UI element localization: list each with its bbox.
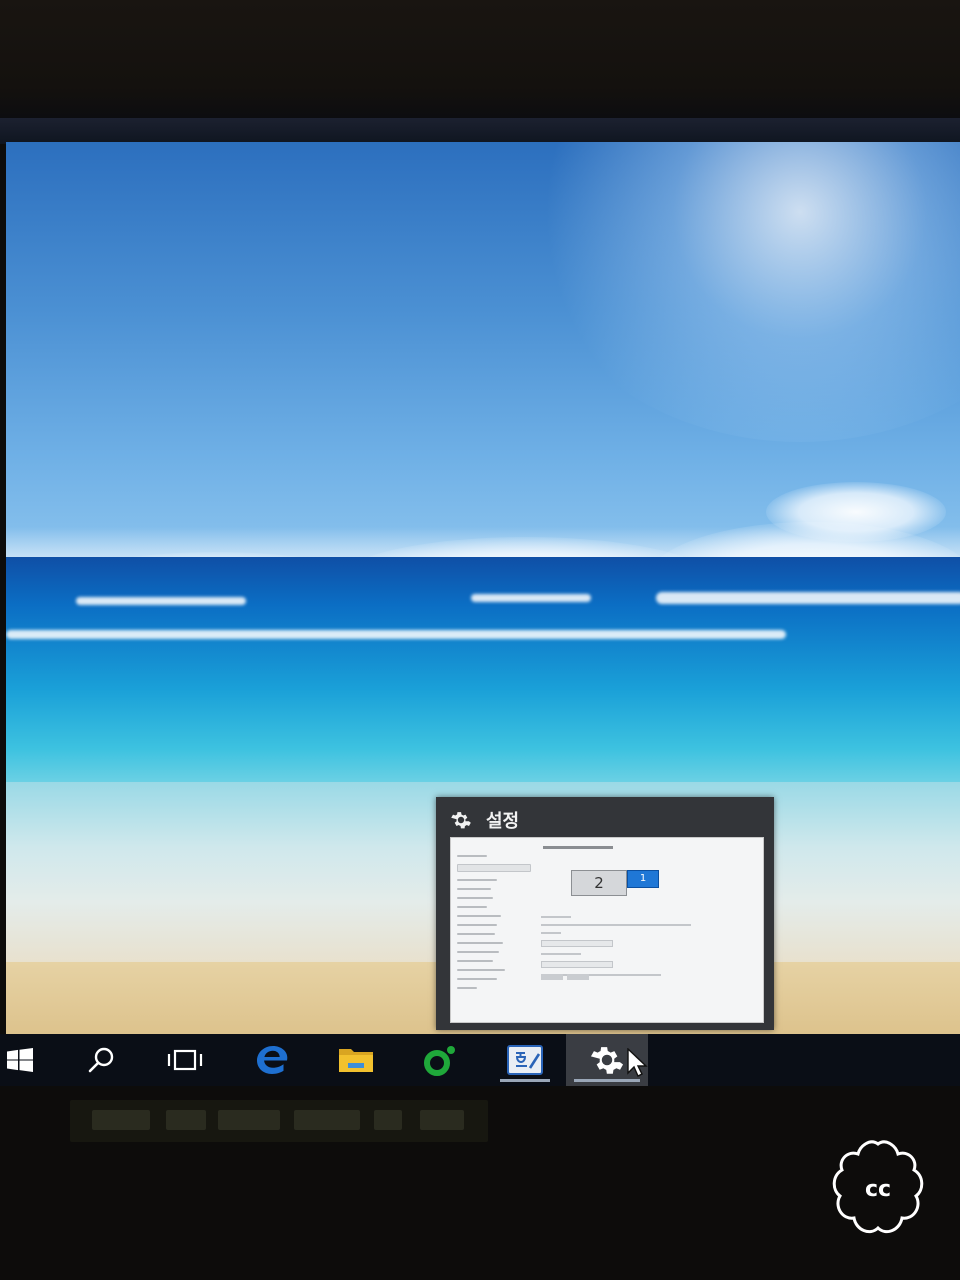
- folder-icon: [339, 1049, 373, 1072]
- preview-window-content: 2 1: [450, 837, 764, 1023]
- edge-icon: [257, 1046, 288, 1074]
- mouse-cursor-icon: [627, 1048, 648, 1077]
- settings-thumbnail-preview[interactable]: 설정 2 1: [436, 797, 774, 1030]
- search-button[interactable]: [78, 1034, 126, 1086]
- file-explorer-button[interactable]: [332, 1034, 380, 1086]
- active-indicator: [500, 1079, 550, 1082]
- edge-button[interactable]: [248, 1034, 298, 1086]
- preview-settings-rows: [541, 910, 741, 982]
- gear-icon: [590, 1047, 624, 1074]
- hangul-button[interactable]: [492, 1034, 558, 1086]
- cc-watermark-logo: cc: [832, 1140, 924, 1234]
- task-view-icon: [167, 1049, 203, 1071]
- wallpaper-wave: [656, 592, 960, 604]
- hangul-icon: [507, 1045, 543, 1075]
- preview-button: [567, 974, 589, 980]
- green-app-icon: [424, 1046, 455, 1076]
- display-monitor-2: 2: [571, 870, 627, 896]
- bezel-reflection: [70, 1100, 488, 1142]
- wallpaper-cloud: [766, 482, 946, 542]
- gear-icon: [451, 812, 471, 829]
- windows-logo-icon: [7, 1048, 33, 1072]
- preview-header: 설정: [450, 805, 519, 835]
- search-icon: [88, 1047, 114, 1073]
- photo-bezel-top: [0, 0, 960, 124]
- wallpaper-wave: [6, 630, 786, 639]
- preview-button: [541, 974, 563, 980]
- active-indicator: [574, 1079, 640, 1082]
- wallpaper-wave: [76, 597, 246, 605]
- preview-heading: [543, 846, 613, 849]
- monitor-edge: [0, 118, 960, 144]
- preview-sidebar: [457, 848, 533, 996]
- preview-title: 설정: [486, 811, 520, 832]
- settings-button[interactable]: [566, 1034, 648, 1086]
- app-green-button[interactable]: [414, 1034, 464, 1086]
- task-view-button[interactable]: [160, 1034, 210, 1086]
- wallpaper-wave: [471, 594, 591, 602]
- display-monitor-1: 1: [627, 870, 659, 888]
- start-button[interactable]: [0, 1034, 40, 1086]
- taskbar: [0, 1034, 960, 1086]
- watermark-text: cc: [865, 1177, 891, 1202]
